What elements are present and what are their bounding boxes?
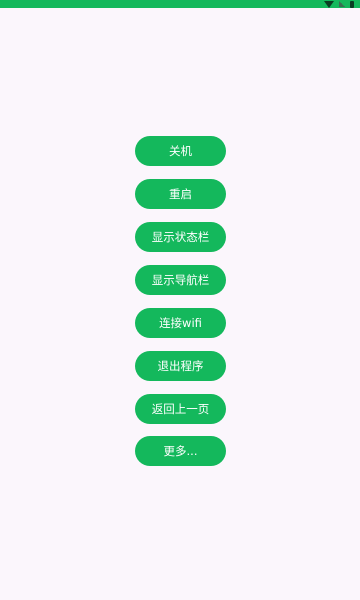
main-content: 关机 重启 显示状态栏 显示导航栏 连接wifi 退出程序 返回上一页 更多..… [0, 0, 360, 600]
more-button[interactable]: 更多... [135, 436, 226, 466]
shutdown-button[interactable]: 关机 [135, 136, 226, 166]
go-back-button[interactable]: 返回上一页 [135, 394, 226, 424]
exit-program-button[interactable]: 退出程序 [135, 351, 226, 381]
show-nav-bar-button[interactable]: 显示导航栏 [135, 265, 226, 295]
connect-wifi-button[interactable]: 连接wifi [135, 308, 226, 338]
show-status-bar-button[interactable]: 显示状态栏 [135, 222, 226, 252]
restart-button[interactable]: 重启 [135, 179, 226, 209]
